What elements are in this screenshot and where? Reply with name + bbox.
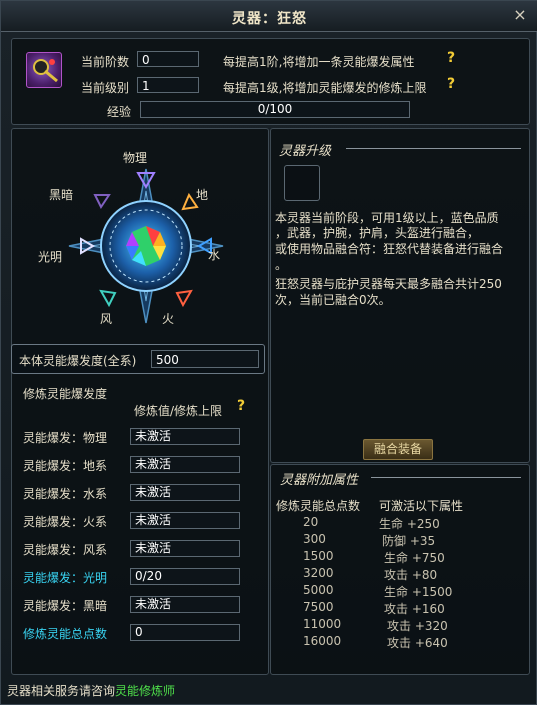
- wind-marker-icon: [99, 289, 117, 308]
- training-title: 修炼灵能爆发度: [23, 387, 108, 401]
- row-fire-value: 未激活: [130, 512, 240, 529]
- bonus-points: 5000: [303, 583, 334, 597]
- row-light-label: 灵能爆发：光明: [23, 571, 108, 585]
- total-points-label: 修炼灵能总点数: [23, 627, 108, 641]
- upgrade-desc-4: 。: [275, 258, 288, 272]
- row-wind-value: 未激活: [130, 540, 240, 557]
- compass-physical: 物理: [123, 151, 148, 165]
- fire-marker-icon: [175, 289, 193, 308]
- burst-field: 500: [151, 350, 259, 368]
- weapon-icon[interactable]: [26, 52, 62, 88]
- attrs-col-attr: 可激活以下属性: [379, 499, 464, 513]
- row-earth-value: 未激活: [130, 456, 240, 473]
- exp-label: 经验: [107, 105, 132, 119]
- compass-fire: 火: [162, 312, 175, 326]
- bonus-attr: 攻击 +640: [387, 636, 448, 650]
- physical-marker-icon: [136, 172, 156, 190]
- upgrade-divider: [346, 148, 521, 149]
- row-light-value: 0/20: [130, 568, 240, 585]
- attrs-col-points: 修炼灵能总点数: [276, 499, 361, 513]
- stage-field: 0: [137, 51, 199, 67]
- fusion-slot[interactable]: [284, 165, 320, 201]
- bonus-attr: 防御 +35: [382, 534, 436, 548]
- compass-wind: 风: [100, 312, 113, 326]
- bonus-attr: 攻击 +80: [384, 568, 438, 582]
- stage-hint: 每提高1阶,将增加一条灵能爆发属性: [223, 55, 415, 69]
- attrs-title: 灵器附加属性: [280, 473, 359, 488]
- footer-label: 灵器相关服务请咨询: [7, 684, 116, 698]
- earth-marker-icon: [181, 192, 199, 211]
- level-field: 1: [137, 77, 199, 93]
- bonus-attr: 生命 +750: [384, 551, 445, 565]
- spirit-weapon-window: 灵器：狂怒 × 当前阶数 0 每提高1阶,将增加一条灵能爆发属性 ? 当前级别 …: [0, 0, 537, 705]
- stage-label: 当前阶数: [81, 55, 130, 69]
- footer-text: 灵器相关服务请咨询灵能修炼师: [7, 682, 175, 699]
- row-earth-label: 灵能爆发：地系: [23, 459, 108, 473]
- window-title: 灵器：狂怒: [232, 11, 307, 27]
- row-water-value: 未激活: [130, 484, 240, 501]
- bonus-points: 11000: [303, 617, 342, 631]
- compass-earth: 地: [196, 188, 209, 202]
- row-physical-value: 未激活: [130, 428, 240, 445]
- fuse-equipment-button[interactable]: 融合装备: [363, 439, 433, 460]
- weapon-glyph-icon: [33, 59, 58, 83]
- compass-dark: 黑暗: [49, 188, 74, 202]
- upgrade-title: 灵器升级: [279, 144, 332, 159]
- bonus-attr: 生命 +1500: [384, 585, 453, 599]
- training-help-icon[interactable]: ?: [237, 398, 245, 414]
- npc-link[interactable]: 灵能修炼师: [115, 684, 175, 698]
- bonus-points: 20: [303, 515, 319, 529]
- upgrade-desc-6: 次，当前已融合0次。: [275, 293, 391, 307]
- upgrade-desc-2: ，武器，护腕，护肩，头盔进行融合，: [275, 226, 480, 240]
- row-fire-label: 灵能爆发：火系: [23, 515, 108, 529]
- bonus-points: 1500: [303, 549, 334, 563]
- total-points-value: 0: [130, 624, 240, 641]
- exp-bar: 0/100: [140, 101, 410, 118]
- bonus-points: 7500: [303, 600, 334, 614]
- level-help-icon[interactable]: ?: [447, 76, 455, 92]
- light-marker-icon: [80, 237, 95, 255]
- burst-label: 本体灵能爆发度(全系): [19, 354, 137, 368]
- row-dark-label: 灵能爆发：黑暗: [23, 599, 108, 613]
- training-header: 修炼值/修炼上限: [134, 404, 223, 418]
- bonus-points: 16000: [303, 634, 342, 648]
- bonus-points: 3200: [303, 566, 334, 580]
- bonus-attr: 攻击 +320: [387, 619, 448, 633]
- title-bar[interactable]: 灵器：狂怒 ×: [1, 1, 537, 32]
- row-water-label: 灵能爆发：水系: [23, 487, 108, 501]
- upgrade-desc-5: 狂怒灵器与庇护灵器每天最多融合共计250: [275, 277, 502, 291]
- compass-light: 光明: [38, 250, 63, 264]
- row-wind-label: 灵能爆发：风系: [23, 543, 108, 557]
- bonus-attr: 攻击 +160: [384, 602, 445, 616]
- level-hint: 每提高1级,将增加灵能爆发的修炼上限: [223, 81, 427, 95]
- level-label: 当前级别: [81, 81, 130, 95]
- bonus-attr: 生命 +250: [379, 517, 440, 531]
- attrs-divider: [371, 477, 521, 478]
- bonus-points: 300: [303, 532, 326, 546]
- upgrade-desc-3: 或使用物品融合符：狂怒代替装备进行融合: [275, 242, 504, 256]
- row-physical-label: 灵能爆发：物理: [23, 431, 108, 445]
- compass-water: 水: [208, 248, 221, 262]
- dark-marker-icon: [93, 194, 111, 209]
- stage-help-icon[interactable]: ?: [447, 50, 455, 66]
- row-dark-value: 未激活: [130, 596, 240, 613]
- close-icon[interactable]: ×: [512, 7, 528, 23]
